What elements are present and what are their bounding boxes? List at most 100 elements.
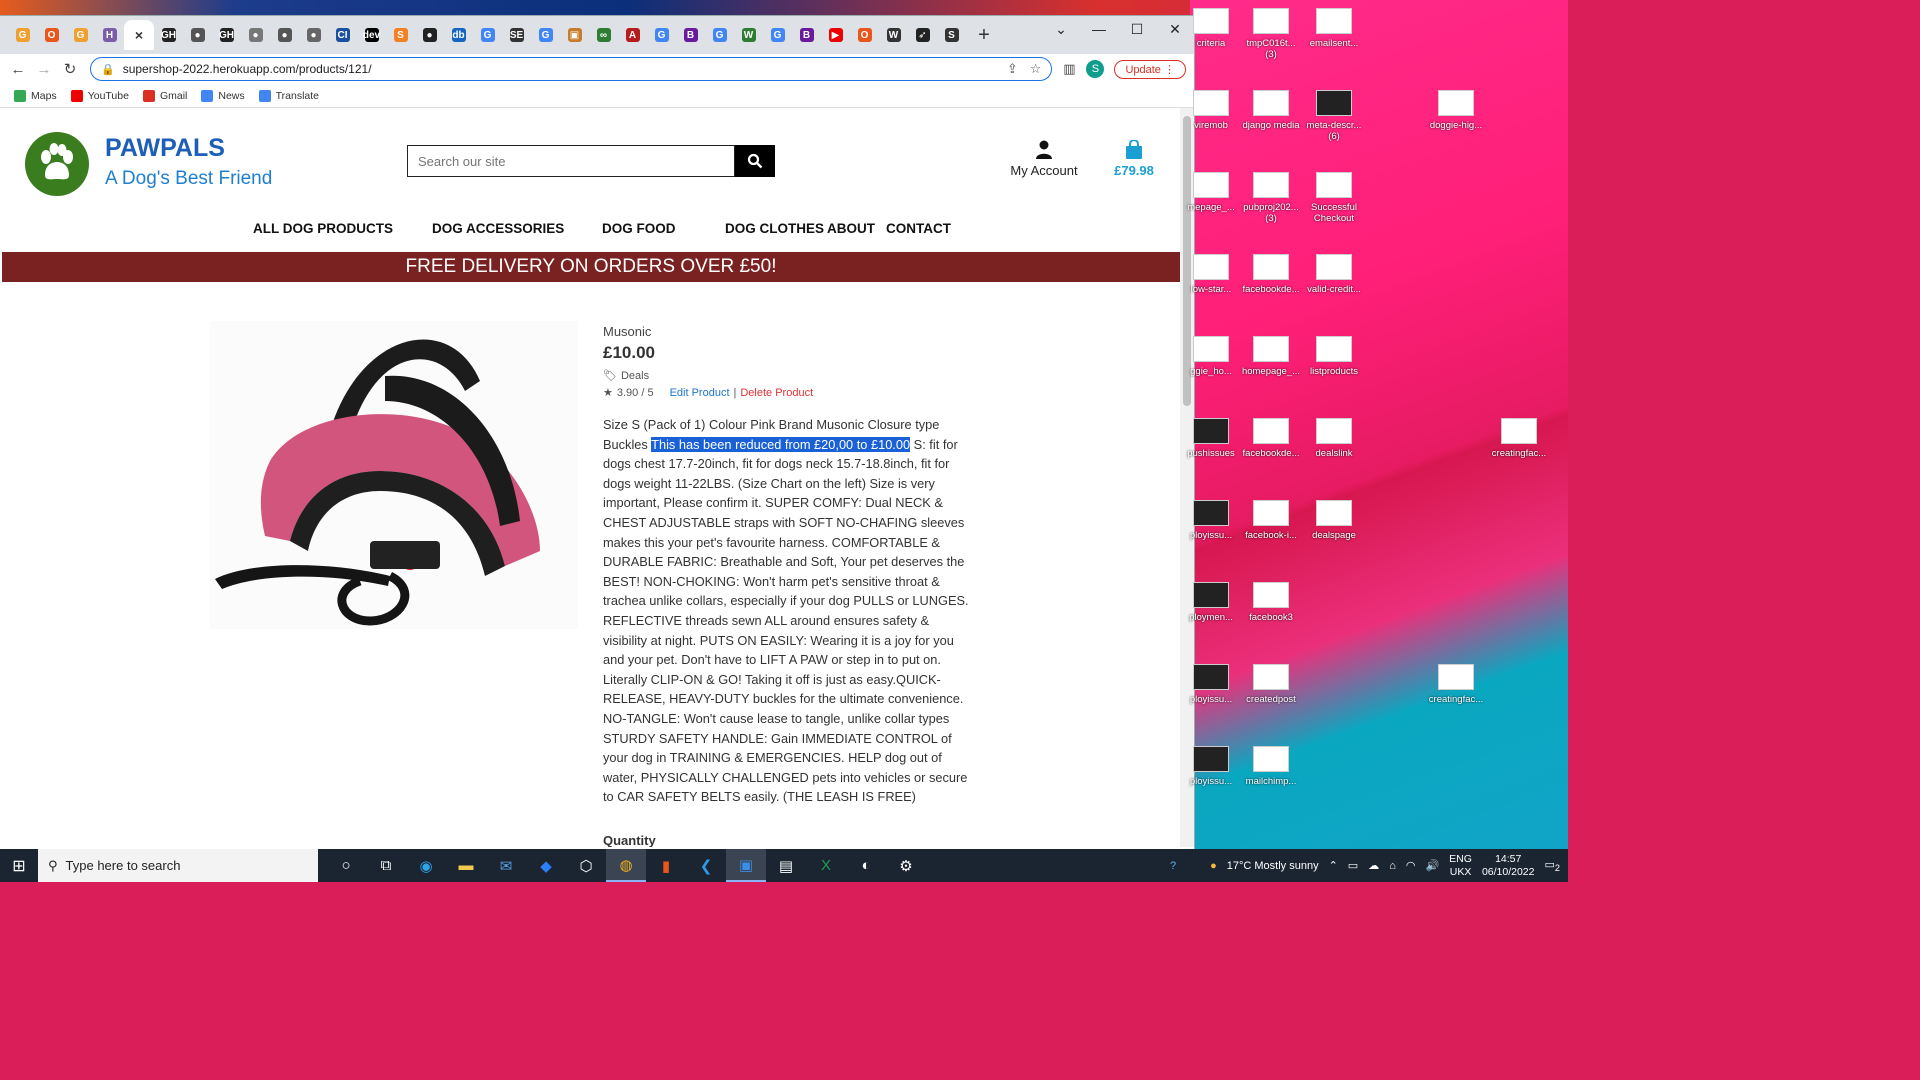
desktop-icon[interactable]: ployissu... bbox=[1180, 500, 1242, 541]
tab[interactable]: G bbox=[473, 20, 502, 50]
weather-text[interactable]: 17°C Mostly sunny bbox=[1227, 860, 1319, 872]
desktop-icon[interactable]: ploymen... bbox=[1180, 582, 1242, 623]
site-search-input[interactable] bbox=[407, 145, 735, 177]
tab[interactable]: W bbox=[734, 20, 763, 50]
tab[interactable]: ● bbox=[241, 20, 270, 50]
desktop-icon[interactable]: facebookde... bbox=[1240, 418, 1302, 459]
side-panel-icon[interactable]: ▥ bbox=[1058, 61, 1080, 77]
weather-icon[interactable]: ● bbox=[1210, 860, 1217, 872]
nav-dog-clothes[interactable]: DOG CLOTHES bbox=[725, 221, 824, 236]
bookmark-item[interactable]: Gmail bbox=[142, 89, 187, 102]
page-scrollbar[interactable] bbox=[1180, 108, 1194, 847]
photos-icon[interactable]: ▣ bbox=[726, 849, 766, 882]
desktop-icon[interactable]: pubproj202... (3) bbox=[1240, 172, 1302, 224]
tab[interactable]: G bbox=[763, 20, 792, 50]
back-icon[interactable]: ← bbox=[8, 61, 28, 78]
network-icon[interactable]: ⌂ bbox=[1389, 860, 1396, 872]
bookmark-item[interactable]: News bbox=[201, 89, 245, 102]
desktop-icon[interactable]: facebook-i... bbox=[1240, 500, 1302, 541]
language-indicator[interactable]: ENG UKX bbox=[1449, 853, 1472, 879]
tab[interactable]: dev bbox=[357, 20, 386, 50]
tab[interactable]: ● bbox=[270, 20, 299, 50]
office-icon[interactable]: ▮ bbox=[646, 849, 686, 882]
notepad-icon[interactable]: ▤ bbox=[766, 849, 806, 882]
battery-icon[interactable]: ▭ bbox=[1348, 859, 1358, 872]
desktop-icon[interactable]: creatingfac... bbox=[1488, 418, 1550, 459]
bookmark-star-icon[interactable]: ☆ bbox=[1030, 61, 1042, 77]
tab[interactable]: ● bbox=[183, 20, 212, 50]
tab[interactable]: B bbox=[792, 20, 821, 50]
tab[interactable]: O bbox=[850, 20, 879, 50]
excel-icon[interactable]: X bbox=[806, 849, 846, 882]
desktop-icon[interactable]: doggie-hig... bbox=[1425, 90, 1487, 131]
tab[interactable]: ● bbox=[415, 20, 444, 50]
product-category[interactable]: 🏷 Deals bbox=[603, 369, 973, 383]
tab[interactable]: W bbox=[879, 20, 908, 50]
file-explorer-icon[interactable]: ▬ bbox=[446, 849, 486, 882]
tab[interactable]: ▶ bbox=[821, 20, 850, 50]
taskbar-search-placeholder[interactable]: Type here to search bbox=[66, 858, 181, 873]
tab[interactable]: GH bbox=[212, 20, 241, 50]
pawpals-logo[interactable] bbox=[25, 132, 89, 196]
desktop-icon[interactable]: ggie_ho... bbox=[1180, 336, 1242, 377]
settings-icon[interactable]: ⚙ bbox=[886, 849, 926, 882]
tab[interactable]: CI bbox=[328, 20, 357, 50]
desktop-icon[interactable]: dealslink bbox=[1303, 418, 1365, 459]
tab[interactable]: G bbox=[705, 20, 734, 50]
tab[interactable]: H bbox=[95, 20, 124, 50]
tab[interactable]: GH bbox=[154, 20, 183, 50]
address-bar[interactable]: 🔒 supershop-2022.herokuapp.com/products/… bbox=[90, 57, 1053, 81]
desktop-icon[interactable]: tmpC016t... (3) bbox=[1240, 8, 1302, 60]
desktop-icon[interactable]: low-star... bbox=[1180, 254, 1242, 295]
site-brand[interactable]: PAWPALS bbox=[105, 134, 225, 163]
desktop-icon[interactable]: viremob bbox=[1180, 90, 1242, 131]
profile-avatar[interactable]: S bbox=[1086, 60, 1105, 78]
tab[interactable]: G bbox=[8, 20, 37, 50]
my-account-link[interactable]: My Account bbox=[1008, 140, 1080, 178]
edit-product-link[interactable]: Edit Product bbox=[670, 387, 730, 399]
tab[interactable]: G bbox=[531, 20, 560, 50]
tab[interactable]: G bbox=[647, 20, 676, 50]
update-button[interactable]: Update ⋮ bbox=[1114, 59, 1186, 79]
tab[interactable]: A bbox=[618, 20, 647, 50]
tab[interactable]: db bbox=[444, 20, 473, 50]
desktop-icon[interactable]: mepage_... bbox=[1180, 172, 1242, 213]
desktop-icon[interactable]: Successful Checkout bbox=[1303, 172, 1365, 224]
lock-icon[interactable]: 🔒 bbox=[101, 63, 115, 76]
desktop-icon[interactable]: mailchimp... bbox=[1240, 746, 1302, 787]
desktop-icon[interactable]: ployissu... bbox=[1180, 746, 1242, 787]
nav-all-dog-products[interactable]: ALL DOG PRODUCTS bbox=[253, 221, 393, 236]
desktop-icon[interactable]: ployissu... bbox=[1180, 664, 1242, 705]
tab[interactable]: G bbox=[66, 20, 95, 50]
notifications-icon[interactable]: ▭2 bbox=[1545, 858, 1561, 873]
cortana-icon[interactable]: ○ bbox=[326, 849, 366, 882]
forward-icon[interactable]: → bbox=[34, 61, 54, 78]
close-tab-icon[interactable]: × bbox=[135, 27, 143, 43]
new-tab-button[interactable]: + bbox=[970, 24, 998, 47]
nav-about[interactable]: ABOUT bbox=[827, 221, 875, 236]
tab[interactable]: S bbox=[386, 20, 415, 50]
tab[interactable]: ∞ bbox=[589, 20, 618, 50]
tab[interactable]: ● bbox=[299, 20, 328, 50]
cloud-icon[interactable]: ☁ bbox=[1368, 859, 1379, 872]
desktop-icon[interactable]: emailsent... bbox=[1303, 8, 1365, 49]
tab[interactable]: O bbox=[37, 20, 66, 50]
dropbox-icon[interactable]: ◆ bbox=[526, 849, 566, 882]
desktop-icon[interactable]: meta-descr... (6) bbox=[1303, 90, 1365, 142]
nav-dog-accessories[interactable]: DOG ACCESSORIES bbox=[432, 221, 564, 236]
url-text[interactable]: supershop-2022.herokuapp.com/products/12… bbox=[123, 62, 995, 76]
desktop-icon[interactable]: creatingfac... bbox=[1425, 664, 1487, 705]
tab[interactable]: ▣ bbox=[560, 20, 589, 50]
cart-link[interactable]: £79.98 bbox=[1110, 139, 1158, 178]
nav-dog-food[interactable]: DOG FOOD bbox=[602, 221, 676, 236]
chrome-icon[interactable]: ◍ bbox=[606, 849, 646, 882]
tab[interactable]: S bbox=[937, 20, 966, 50]
tab-active[interactable]: × bbox=[124, 20, 154, 50]
nav-contact[interactable]: CONTACT bbox=[886, 221, 951, 236]
tab[interactable]: B bbox=[676, 20, 705, 50]
vscode-icon[interactable]: ❮ bbox=[686, 849, 726, 882]
tab[interactable]: SE bbox=[502, 20, 531, 50]
paint-icon[interactable]: ◐ bbox=[846, 849, 886, 882]
desktop-icon[interactable]: dealspage bbox=[1303, 500, 1365, 541]
tab[interactable]: ➶ bbox=[908, 20, 937, 50]
